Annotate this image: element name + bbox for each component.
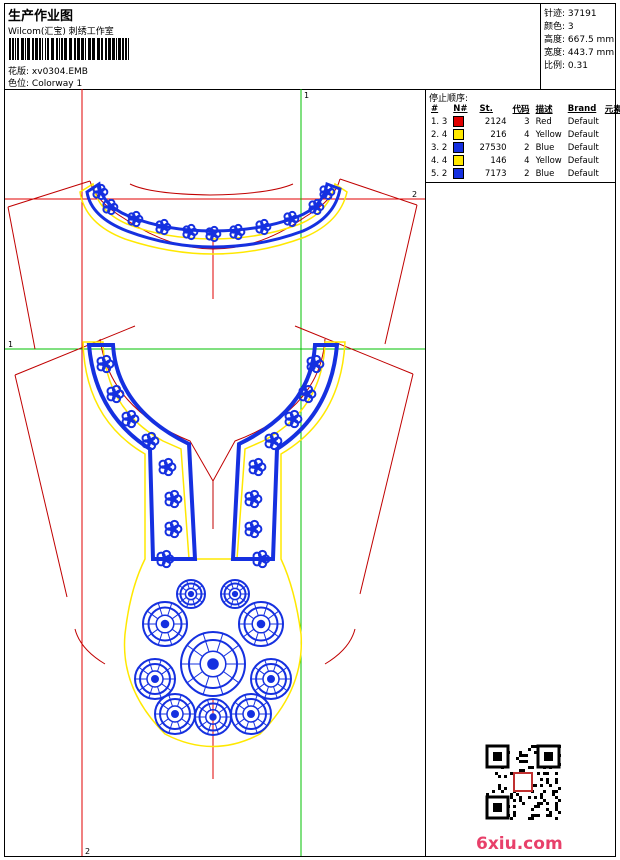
color-swatch: [453, 129, 465, 140]
table-row: 2. 4 216 4 Yellow Default: [428, 128, 620, 141]
row-stitches: 146: [490, 155, 507, 166]
production-sheet: 生产作业图 Wilcom(汇宝) 刺绣工作室 花版: xv0304.EMB 色位…: [4, 3, 620, 857]
row-stitches: 7173: [484, 168, 507, 179]
stat-scale: 比例: 0.31: [544, 61, 588, 71]
row-code: 4: [524, 155, 530, 166]
row-desc: Yellow: [535, 129, 562, 140]
color-swatch: [453, 142, 465, 153]
table-row: 3. 2 27530 2 Blue Default: [428, 141, 620, 154]
stat-width: 宽度: 443.7 mm: [544, 48, 615, 58]
colorway-label: 色位:: [8, 79, 30, 89]
table-row: 5. 2 7173 2 Blue Default: [428, 167, 620, 180]
row-desc: Blue: [535, 168, 555, 179]
color-swatch: [453, 116, 465, 127]
row-stitches: 216: [490, 129, 507, 140]
embroidery-drawing: 1 1 2 2: [5, 89, 425, 856]
row-desc: Yellow: [535, 155, 562, 166]
table-header-row: # N# St. 代码 描述 Brand 元素: [428, 103, 620, 115]
col-desc: 描述: [535, 105, 553, 115]
guide-label-h1: 1: [8, 340, 13, 349]
table-divider: [426, 182, 616, 183]
row-desc: Blue: [535, 142, 555, 153]
row-code: 3: [524, 116, 530, 127]
row-swatch-cell: [450, 141, 470, 154]
row-code: 2: [524, 142, 530, 153]
col-num: #: [431, 104, 439, 114]
row-brand: Default: [567, 129, 599, 140]
front-garment-outline: [14, 325, 414, 665]
guide-label-v1: 1: [304, 91, 309, 100]
col-needle: N#: [453, 104, 468, 114]
row-brand: Default: [567, 142, 599, 153]
row-swatch-cell: [450, 154, 470, 167]
row-num: 4. 4: [431, 155, 448, 166]
stop-sequence-table: # N# St. 代码 描述 Brand 元素 1. 3 2124 3 Red Defa…: [428, 103, 620, 180]
row-brand: Default: [567, 155, 599, 166]
stat-stitches: 针迹: 37191: [544, 9, 597, 19]
embroidery-preview: 1 1 2 2: [5, 89, 425, 856]
front-yoke-embroidery: [82, 341, 346, 748]
row-desc: Red: [535, 116, 552, 127]
design-stats: 针迹: 37191 颜色: 3 高度: 667.5 mm 宽度: 443.7 m…: [540, 4, 616, 90]
col-stitches: St.: [479, 104, 493, 114]
row-stitches: 2124: [484, 116, 507, 127]
color-swatch: [453, 168, 465, 179]
qr-code: [482, 741, 564, 823]
stop-sequence-panel: 停止顺序: # N# St. 代码 描述 Brand 元素 1. 3 2124 3 R…: [425, 89, 620, 856]
guide-label-h2: 2: [412, 190, 417, 199]
row-num: 3. 2: [431, 142, 448, 153]
stat-height: 高度: 667.5 mm: [544, 35, 615, 45]
row-stitches: 27530: [479, 142, 507, 153]
sheet-title: 生产作业图: [8, 9, 74, 24]
watermark-logo: 6xiu.com: [476, 834, 563, 854]
row-num: 2. 4: [431, 129, 448, 140]
row-code: 2: [524, 168, 530, 179]
table-row: 1. 3 2124 3 Red Default: [428, 115, 620, 128]
row-num: 1. 3: [431, 116, 448, 127]
software-label: Wilcom(汇宝) 刺绣工作室: [8, 27, 114, 37]
row-swatch-cell: [450, 128, 470, 141]
colorway-value: Colorway 1: [31, 79, 83, 89]
col-code: 代码: [512, 105, 530, 115]
row-brand: Default: [567, 116, 599, 127]
row-brand: Default: [567, 168, 599, 179]
header-info: 生产作业图 Wilcom(汇宝) 刺绣工作室 花版: xv0304.EMB 色位…: [5, 4, 540, 90]
stat-colors: 颜色: 3: [544, 22, 574, 32]
barcode: [9, 38, 129, 60]
row-code: 4: [524, 129, 530, 140]
row-swatch-cell: [450, 115, 470, 128]
col-element: 元素: [604, 105, 620, 115]
col-brand: Brand: [567, 104, 597, 114]
row-swatch-cell: [450, 167, 470, 180]
table-row: 4. 4 146 4 Yellow Default: [428, 154, 620, 167]
guide-label-v2: 2: [85, 847, 90, 856]
row-num: 5. 2: [431, 168, 448, 179]
color-swatch: [453, 155, 465, 166]
colorway-line: 色位: Colorway 1: [8, 76, 82, 89]
